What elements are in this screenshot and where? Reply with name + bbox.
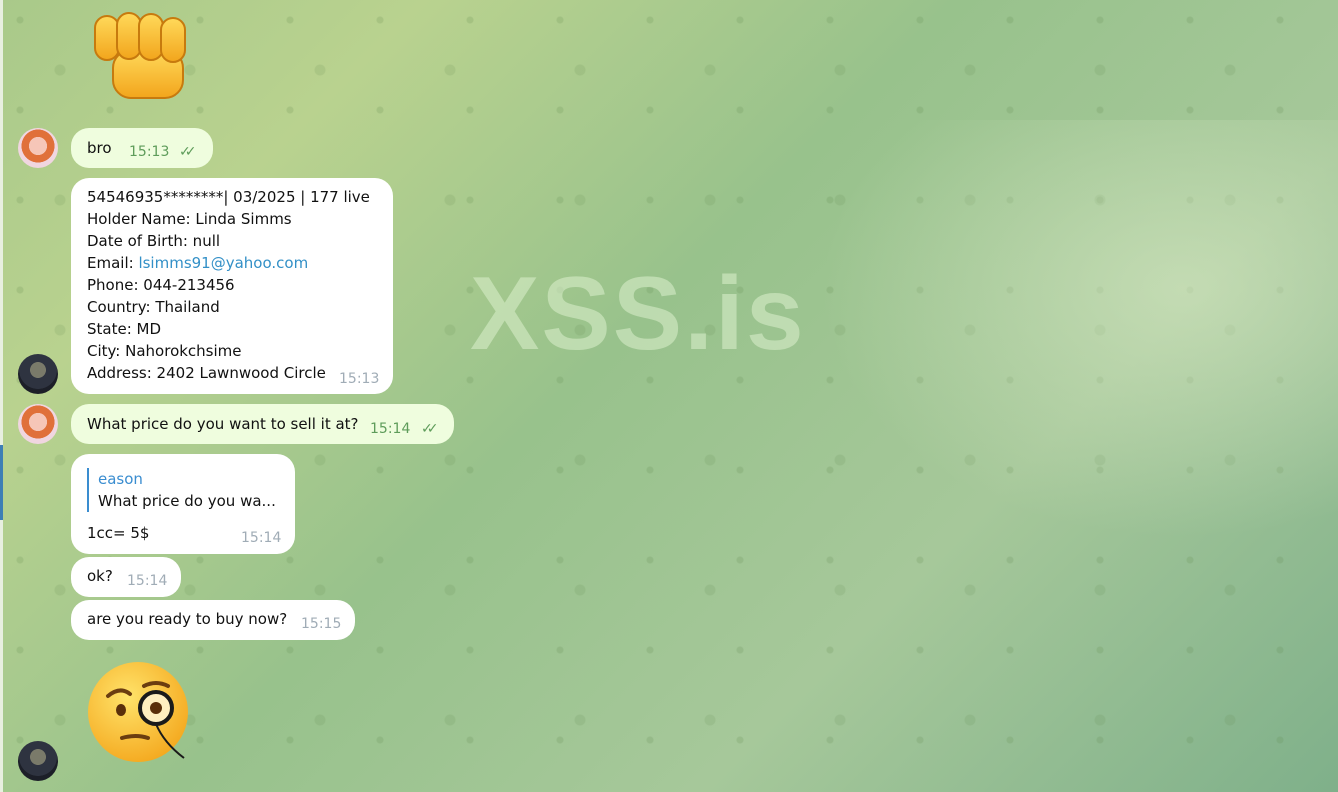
message-time: 15:14 (241, 530, 282, 546)
message-bubble-incoming-reply[interactable]: eason What price do you wa... 1cc= 5$ 15… (71, 454, 295, 554)
message-text: bro (87, 139, 112, 157)
email-label: Email: (87, 254, 139, 272)
state-line: State: MD (87, 320, 162, 338)
message-time: 15:14 (127, 573, 168, 589)
message-text: What price do you want to sell it at? (87, 415, 359, 433)
country-line: Country: Thailand (87, 298, 220, 316)
message-time: 15:14 (370, 421, 411, 437)
watermark: XSS.is (470, 256, 806, 372)
fist-sticker[interactable] (85, 10, 200, 105)
message-text: 1cc= 5$ (87, 524, 150, 542)
address-line: Address: 2402 Lawnwood Circle (87, 364, 326, 382)
background-glow (818, 120, 1338, 540)
phone-line: Phone: 044-213456 (87, 276, 235, 294)
avatar-eason[interactable] (18, 128, 58, 168)
quote-text: What price do you wa... (98, 492, 276, 510)
dob-line: Date of Birth: null (87, 232, 221, 250)
message-time: 15:13 (129, 144, 170, 160)
message-time: 15:13 (339, 371, 380, 387)
message-bubble-outgoing[interactable]: What price do you want to sell it at? 15… (71, 404, 454, 444)
message-bubble-incoming[interactable]: are you ready to buy now? 15:15 (71, 600, 355, 640)
email-link[interactable]: lsimms91@yahoo.com (138, 254, 308, 272)
holder-name-line: Holder Name: Linda Simms (87, 210, 292, 228)
monocle-face-sticker[interactable] (86, 658, 198, 768)
message-bubble-incoming[interactable]: 54546935********| 03/2025 | 177 live Hol… (71, 178, 393, 394)
avatar-eason[interactable] (18, 404, 58, 444)
reply-quote[interactable]: eason What price do you wa... (87, 468, 288, 512)
city-line: City: Nahorokchsime (87, 342, 242, 360)
message-bubble-incoming[interactable]: ok? 15:14 (71, 557, 181, 597)
email-line: Email: lsimms91@yahoo.com (87, 252, 370, 274)
quote-author: eason (98, 470, 143, 488)
avatar-seller[interactable] (18, 354, 58, 394)
message-text: are you ready to buy now? (87, 610, 288, 628)
read-checkmarks-icon: ✓✓ (179, 144, 197, 160)
avatar-seller[interactable] (18, 741, 58, 781)
message-text: ok? (87, 567, 113, 585)
message-time: 15:15 (301, 616, 342, 632)
message-bubble-outgoing[interactable]: bro 15:13 ✓✓ (71, 128, 213, 168)
window-left-edge (0, 0, 3, 792)
read-checkmarks-icon: ✓✓ (421, 421, 439, 437)
card-info-line: 54546935********| 03/2025 | 177 live (87, 188, 370, 206)
